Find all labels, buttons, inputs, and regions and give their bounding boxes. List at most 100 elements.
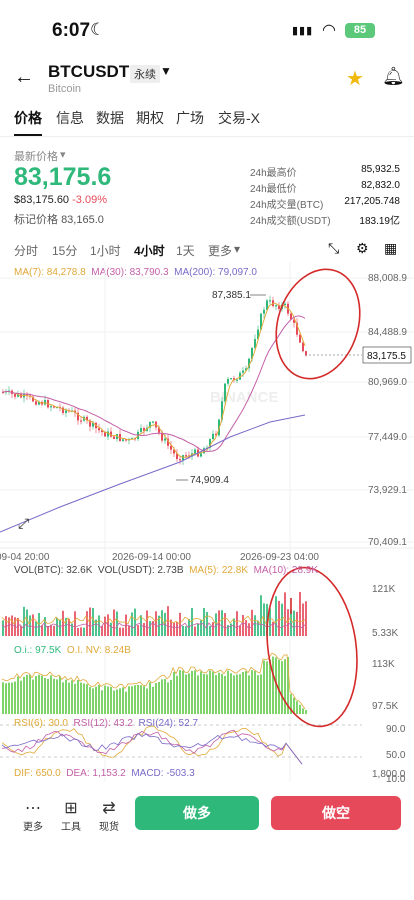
contract-tag: 永续 <box>130 65 160 83</box>
rsi24-line <box>1 732 303 765</box>
tab-options[interactable]: 期权 <box>136 108 164 128</box>
candle <box>302 342 304 352</box>
price-axis-label: 88,008.9 <box>368 273 407 284</box>
oi-bar <box>104 685 106 714</box>
candle <box>212 433 214 440</box>
volume-bar <box>104 616 106 636</box>
timeframe-more[interactable]: 更多 <box>208 242 232 259</box>
volume-bar <box>293 610 295 636</box>
oi-bar <box>176 675 178 714</box>
rsi12-line <box>1 729 303 765</box>
caret-down-icon[interactable]: ▾ <box>60 148 66 161</box>
candle <box>14 394 16 397</box>
star-icon[interactable]: ★ <box>346 66 364 91</box>
bell-icon[interactable]: 🔔︎ <box>382 66 405 87</box>
kline-chart[interactable]: BINANCE 87,385.1 74,909.4 83,175.5 88,00… <box>0 262 414 782</box>
oi-bar <box>41 675 43 714</box>
price-axis-label: 73,929.1 <box>368 485 407 496</box>
volume-bar <box>80 627 82 636</box>
tab-price[interactable]: 价格 <box>14 108 42 136</box>
volume-bar <box>251 609 253 636</box>
arrow-left-icon[interactable]: ← <box>14 66 34 89</box>
volume-bar <box>29 615 31 636</box>
timeframe-1h[interactable]: 1小时 <box>90 242 121 259</box>
tab-data[interactable]: 数据 <box>96 108 124 128</box>
oi-bar <box>263 660 265 714</box>
macd-legend: DIF: 650.0 DEA: 1,153.2 MACD: -503.3 <box>14 768 195 779</box>
timeframe-line[interactable]: 分时 <box>14 242 38 259</box>
tab-info[interactable]: 信息 <box>56 108 84 128</box>
short-button[interactable]: 做空 <box>271 796 401 830</box>
oi-bar <box>296 701 298 714</box>
volume-bar <box>86 611 88 636</box>
volume-bar <box>212 622 214 636</box>
tab-square[interactable]: 广场 <box>176 108 204 128</box>
volume-bar <box>77 627 79 636</box>
fullscreen-icon[interactable]: ⤢ <box>18 515 29 531</box>
volume-bar <box>296 611 298 636</box>
caret-down-icon[interactable]: ▾ <box>234 242 240 256</box>
price-axis-label: 84,488.9 <box>368 327 407 338</box>
oi-bar <box>206 674 208 714</box>
ma30-line <box>1 315 306 452</box>
oi-bar <box>68 682 70 714</box>
oi-bar <box>284 659 286 714</box>
volume-bar <box>110 622 112 636</box>
oi-bar <box>74 683 76 714</box>
oi-bar <box>59 676 61 714</box>
tools-button[interactable]: ⊞ 工具 <box>56 800 86 833</box>
grid-layout-icon[interactable]: ▦ <box>384 240 397 257</box>
symbol-title[interactable]: BTCUSDT <box>48 62 129 82</box>
oi-bar <box>131 686 133 714</box>
oi-bar <box>239 674 241 714</box>
long-button[interactable]: 做多 <box>135 796 259 830</box>
volume-bar <box>20 626 22 636</box>
oi-bar <box>113 690 115 714</box>
more-label: 更多 <box>23 822 43 833</box>
oi-bar <box>50 675 52 714</box>
volume-bar <box>245 620 247 636</box>
volume-bar <box>62 610 64 636</box>
usd-price-row: $83,175.60 -3.09% <box>14 194 107 206</box>
oi-bar <box>188 673 190 714</box>
timeframe-4h[interactable]: 4小时 <box>134 242 165 259</box>
candle <box>152 421 154 423</box>
oi-bar <box>212 671 214 714</box>
tab-bar: 价格 信息 数据 期权 广场 交易-X <box>0 108 414 138</box>
more-button[interactable]: ⋯ 更多 <box>18 800 48 833</box>
volume-bar <box>230 623 232 636</box>
chevron-down-icon[interactable]: ▼ <box>160 64 172 78</box>
volume-bar <box>248 623 250 636</box>
volume-bar <box>257 620 259 636</box>
usd-price: $83,175.60 <box>14 194 70 206</box>
timeframe-15m[interactable]: 15分 <box>52 242 77 259</box>
tab-trade[interactable]: 交易-X <box>218 108 260 128</box>
vol-legend: VOL(BTC): 32.6K VOL(USDT): 2.73B MA(5): … <box>14 565 318 576</box>
chart-expand-icon[interactable]: ⤡ <box>328 240 339 257</box>
oi-bar <box>125 691 127 714</box>
spot-button[interactable]: ⇄ 现货 <box>94 800 124 833</box>
oi-bar <box>248 675 250 714</box>
time-axis-label: 2026-09-14 00:00 <box>112 552 191 563</box>
indicator-settings-icon[interactable]: ⚙ <box>356 240 369 257</box>
oi-bar <box>197 675 199 714</box>
tools-icon: ⊞ <box>64 800 78 817</box>
candle <box>275 305 277 307</box>
volume-bar <box>26 609 28 636</box>
candle <box>263 309 265 314</box>
oi-bar <box>215 675 217 714</box>
oi-bar <box>302 708 304 714</box>
last-price-tag: 83,175.5 <box>367 351 406 362</box>
timeframe-1d[interactable]: 1天 <box>176 242 195 259</box>
oi-bar <box>182 670 184 714</box>
oi-bar <box>254 670 256 714</box>
tools-label: 工具 <box>61 822 81 833</box>
volume-bar <box>278 600 280 636</box>
volume-bar <box>38 613 40 636</box>
volume-bar <box>203 608 205 636</box>
volume-bar <box>173 622 175 636</box>
last-price-label: 最新价格 <box>14 151 58 163</box>
oi-bar <box>65 679 67 714</box>
oi-bar <box>23 676 25 714</box>
volume-bar <box>242 614 244 636</box>
